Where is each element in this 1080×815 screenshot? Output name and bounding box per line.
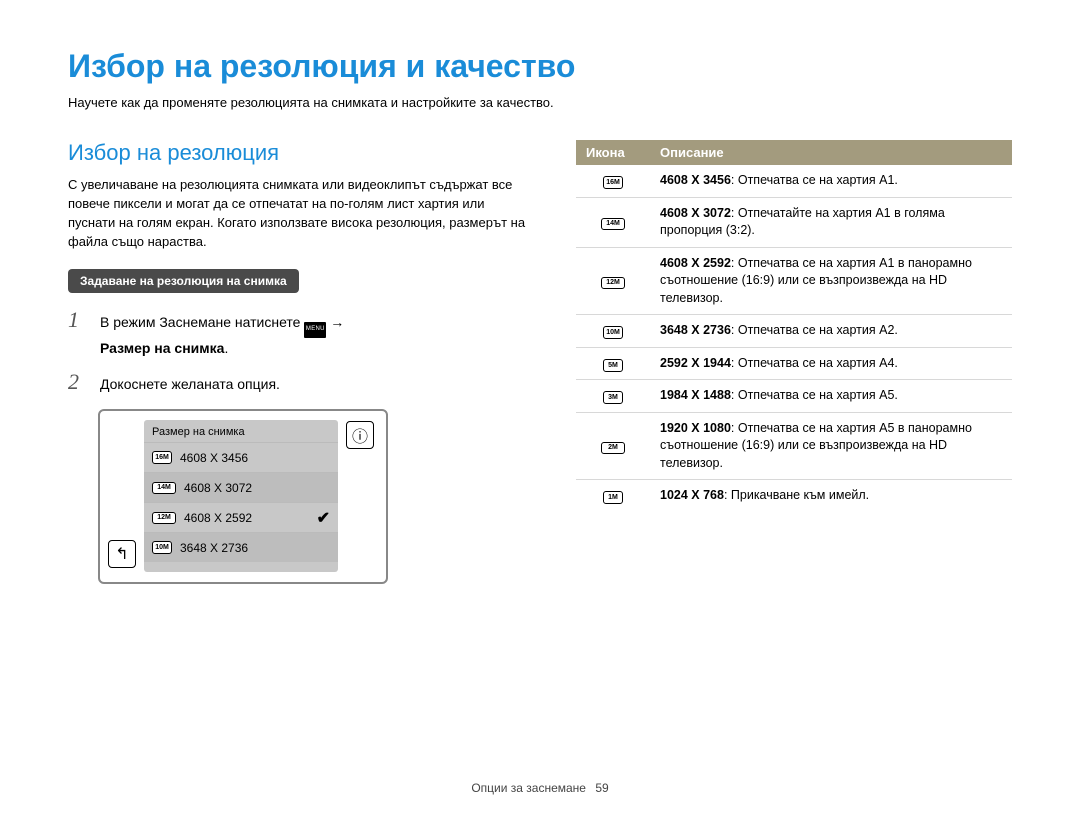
resolution-icon: 14M bbox=[152, 482, 176, 494]
list-item-label: 4608 X 3456 bbox=[180, 451, 248, 465]
page-title: Избор на резолюция и качество bbox=[68, 48, 1012, 85]
table-row: 3M 1984 X 1488: Отпечатва се на хартия A5… bbox=[576, 380, 1012, 413]
steps-list: 1 В режим Заснемане натиснете MENU → Раз… bbox=[68, 307, 528, 395]
table-row: 16M 4608 X 3456: Отпечатва се на хартия A… bbox=[576, 165, 1012, 197]
check-icon: ✔ bbox=[317, 508, 330, 528]
footer-label: Опции за заснемане bbox=[471, 781, 586, 795]
resolution-icon: 5M bbox=[603, 359, 623, 372]
arrow-icon: → bbox=[330, 314, 344, 330]
list-item-label: 4608 X 2592 bbox=[184, 511, 252, 525]
section-title: Избор на резолюция bbox=[68, 140, 528, 166]
info-button[interactable]: ⓘ bbox=[346, 421, 374, 449]
table-cell-icon: 1M bbox=[576, 480, 650, 512]
resolution-icon: 16M bbox=[603, 176, 623, 189]
step-1-pre: В режим Заснемане натиснете bbox=[100, 314, 304, 330]
list-item[interactable]: 14M 4608 X 3072 bbox=[144, 472, 338, 502]
table-cell-icon: 2M bbox=[576, 412, 650, 480]
table-row: 5M 2592 X 1944: Отпечатва се на хартия A4… bbox=[576, 347, 1012, 380]
table-row: 12M 4608 X 2592: Отпечатва се на хартия A… bbox=[576, 247, 1012, 315]
table-row: 1M 1024 X 768: Прикачване към имейл. bbox=[576, 480, 1012, 512]
resolution-icon: 10M bbox=[603, 326, 623, 339]
table-cell-icon: 14M bbox=[576, 197, 650, 247]
page-footer: Опции за заснемане 59 bbox=[0, 781, 1080, 795]
right-column: Икона Описание 16M 4608 X 3456: Отпечатва… bbox=[576, 140, 1012, 584]
back-button[interactable]: ↰ bbox=[108, 540, 136, 568]
list-item[interactable]: 12M 4608 X 2592 ✔ bbox=[144, 502, 338, 532]
subsection-label: Задаване на резолюция на снимка bbox=[68, 269, 299, 293]
step-1: 1 В режим Заснемане натиснете MENU → Раз… bbox=[68, 307, 528, 359]
list-item-label: 4608 X 3072 bbox=[184, 481, 252, 495]
footer-page-number: 59 bbox=[595, 781, 608, 795]
section-paragraph: С увеличаване на резолюцията снимката ил… bbox=[68, 176, 528, 251]
step-text: В режим Заснемане натиснете MENU → Разме… bbox=[100, 312, 344, 359]
left-column: Избор на резолюция С увеличаване на резо… bbox=[68, 140, 528, 584]
table-row: 2M 1920 X 1080: Отпечатва се на хартия A5… bbox=[576, 412, 1012, 480]
resolution-icon: 12M bbox=[152, 512, 176, 524]
resolution-icon: 3M bbox=[603, 391, 623, 404]
table-row: 14M 4608 X 3072: Отпечатайте на хартия A1… bbox=[576, 197, 1012, 247]
table-cell-icon: 16M bbox=[576, 165, 650, 197]
camera-ui-mock: ↰ Размер на снимка 16M 4608 X 3456 14M 4608… bbox=[98, 409, 388, 584]
table-cell-icon: 12M bbox=[576, 247, 650, 315]
table-cell-description: 4608 X 2592: Отпечатва се на хартия A1 в… bbox=[650, 247, 1012, 315]
table-head-icon: Икона bbox=[576, 140, 650, 165]
resolution-icon: 16M bbox=[152, 451, 172, 464]
step-2: 2 Докоснете желаната опция. bbox=[68, 369, 528, 395]
table-cell-description: 1920 X 1080: Отпечатва се на хартия A5 в… bbox=[650, 412, 1012, 480]
resolution-icon: 12M bbox=[601, 277, 625, 289]
table-cell-description: 1984 X 1488: Отпечатва се на хартия A5. bbox=[650, 380, 1012, 413]
resolution-icon: 10M bbox=[152, 541, 172, 554]
table-cell-description: 1024 X 768: Прикачване към имейл. bbox=[650, 480, 1012, 512]
table-head-desc: Описание bbox=[650, 140, 1012, 165]
list-item[interactable]: 16M 4608 X 3456 bbox=[144, 442, 338, 472]
table-cell-icon: 10M bbox=[576, 315, 650, 348]
page-intro: Научете как да променяте резолюцията на … bbox=[68, 95, 1012, 110]
content-columns: Избор на резолюция С увеличаване на резо… bbox=[68, 140, 1012, 584]
step-number: 1 bbox=[68, 307, 86, 333]
table-cell-description: 4608 X 3456: Отпечатва се на хартия A1. bbox=[650, 165, 1012, 197]
table-row: 10M 3648 X 2736: Отпечатва се на хартия A… bbox=[576, 315, 1012, 348]
step-1-bold: Размер на снимка bbox=[100, 340, 224, 356]
list-item-label: 3648 X 2736 bbox=[180, 541, 248, 555]
menu-icon: MENU bbox=[304, 322, 326, 338]
table-cell-description: 3648 X 2736: Отпечатва се на хартия A2. bbox=[650, 315, 1012, 348]
table-cell-icon: 5M bbox=[576, 347, 650, 380]
resolution-table: Икона Описание 16M 4608 X 3456: Отпечатва… bbox=[576, 140, 1012, 512]
resolution-icon: 2M bbox=[601, 442, 625, 454]
step-text: Докоснете желаната опция. bbox=[100, 374, 280, 395]
step-number: 2 bbox=[68, 369, 86, 395]
table-cell-icon: 3M bbox=[576, 380, 650, 413]
resolution-list-panel: Размер на снимка 16M 4608 X 3456 14M 4608 X… bbox=[144, 420, 338, 572]
table-cell-description: 4608 X 3072: Отпечатайте на хартия A1 в … bbox=[650, 197, 1012, 247]
table-cell-description: 2592 X 1944: Отпечатва се на хартия A4. bbox=[650, 347, 1012, 380]
step-1-tail: . bbox=[224, 340, 228, 356]
resolution-icon: 14M bbox=[601, 218, 625, 230]
resolution-icon: 1M bbox=[603, 491, 623, 504]
list-item[interactable]: 10M 3648 X 2736 bbox=[144, 532, 338, 562]
list-heading: Размер на снимка bbox=[144, 424, 338, 442]
